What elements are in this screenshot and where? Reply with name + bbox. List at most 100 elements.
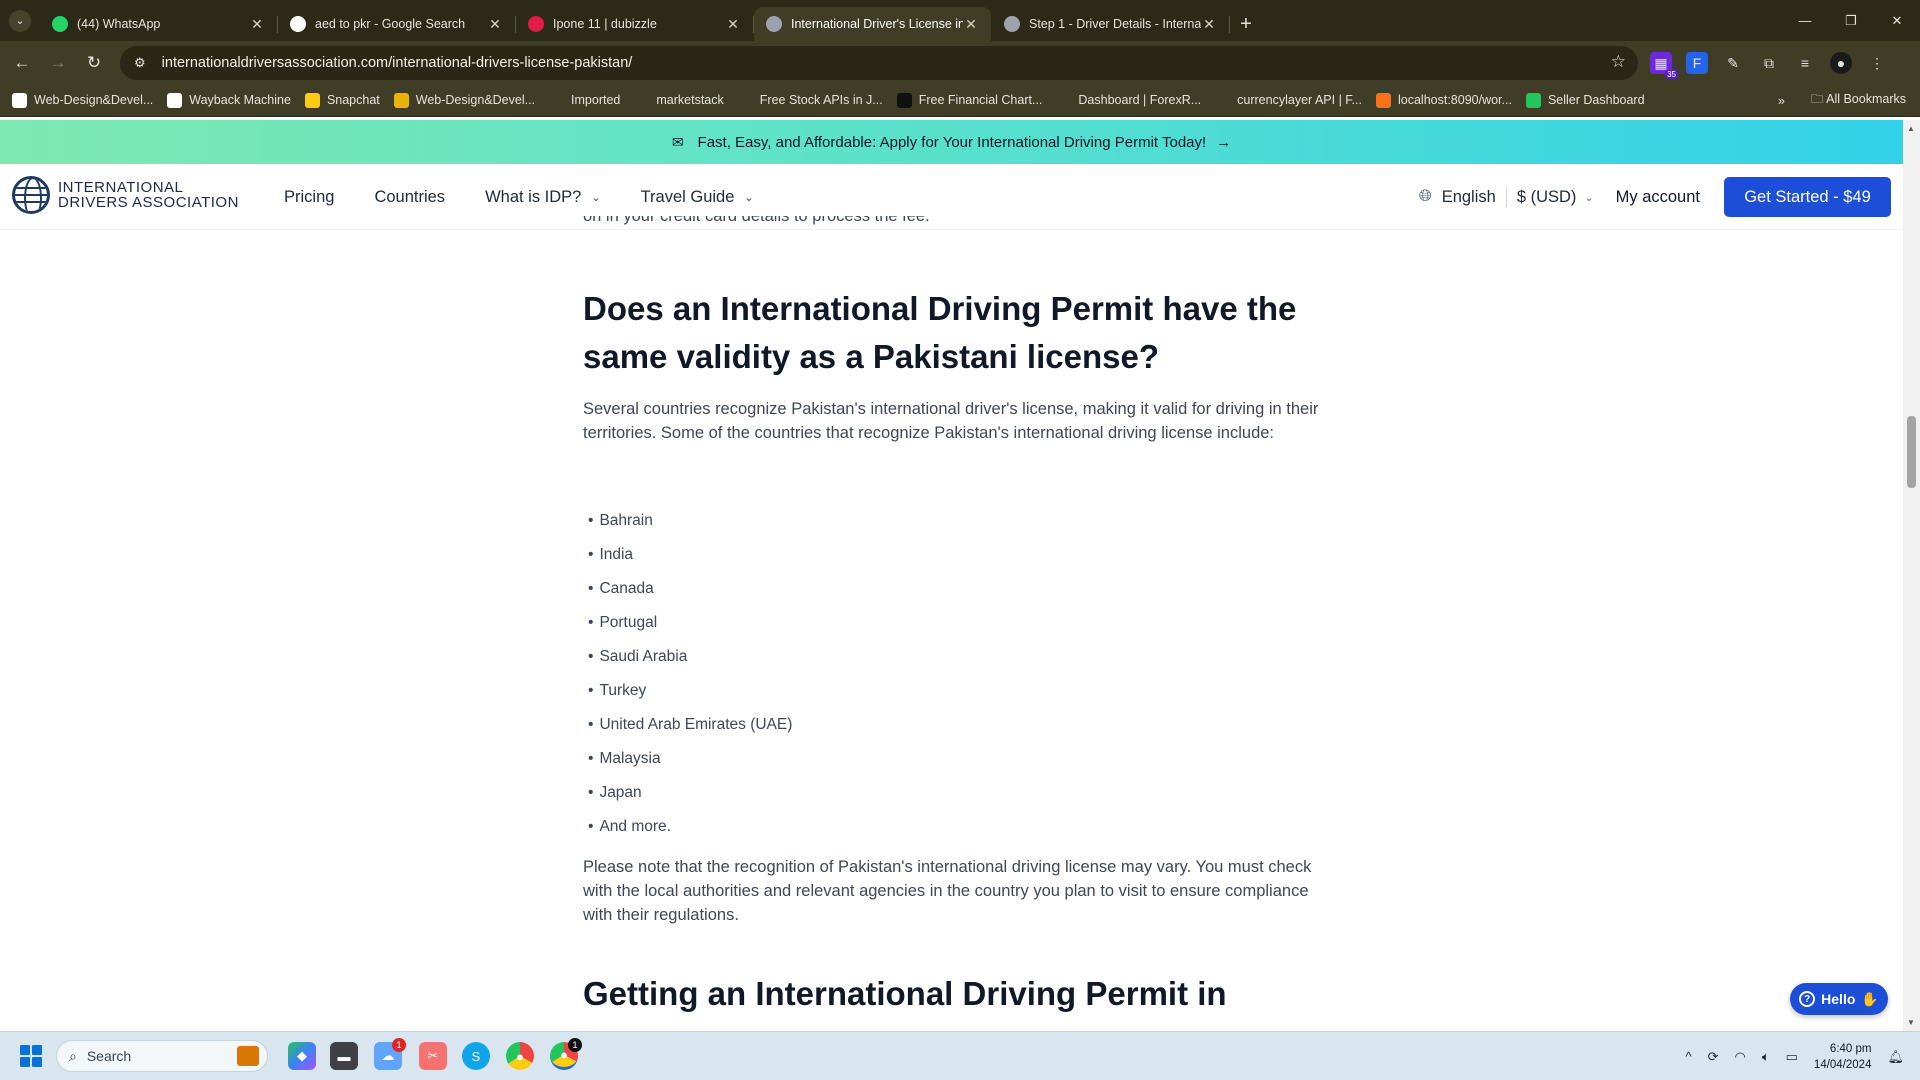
- pen-extension-icon[interactable]: ✎: [1722, 52, 1744, 74]
- more-bookmarks-icon[interactable]: »: [1778, 94, 1785, 108]
- browser-tab[interactable]: Step 1 - Driver Details - Internat ✕: [992, 7, 1230, 41]
- taskbar-search[interactable]: ⌕ Search: [56, 1040, 268, 1072]
- tab-favicon-icon: [1004, 16, 1020, 32]
- browser-tab[interactable]: International Driver's License in ✕: [754, 7, 991, 41]
- restore-icon[interactable]: ❐: [1828, 0, 1874, 41]
- currency-selector[interactable]: $ (USD) ⌄: [1517, 188, 1594, 207]
- wayback-icon: [167, 92, 183, 108]
- folder-icon: [549, 92, 565, 108]
- get-started-button[interactable]: Get Started - $49: [1724, 177, 1891, 217]
- close-window-icon[interactable]: ✕: [1874, 0, 1920, 41]
- chevron-up-icon[interactable]: ^: [1685, 1049, 1691, 1064]
- windows-taskbar: ⌕ Search ◆ ▬ ☁ 1 ✂ S ● ● 1 ^ ⟳ ◠ 🔈︎ ▭ 6:40…: [0, 1031, 1920, 1080]
- back-button[interactable]: ←: [4, 45, 40, 81]
- bookmark-item[interactable]: Web-Design&Devel...: [393, 92, 535, 108]
- bookmark-item[interactable]: Free Stock APIs in J...: [737, 92, 883, 108]
- bookmark-item[interactable]: marketstack: [634, 92, 724, 108]
- bookmark-item[interactable]: currencylayer API | F...: [1215, 92, 1362, 108]
- bookmark-item[interactable]: Imported: [549, 92, 620, 108]
- reading-list-icon[interactable]: ≡: [1794, 52, 1816, 74]
- bookmarks-right: » 🗀 All Bookmarks: [1778, 84, 1906, 117]
- tab-close-icon[interactable]: ✕: [487, 16, 503, 33]
- wifi-icon[interactable]: ◠: [1734, 1049, 1745, 1065]
- browser-tab[interactable]: aed to pkr - Google Search ✕: [278, 7, 516, 41]
- seller-icon: [1525, 92, 1541, 108]
- tab-close-icon[interactable]: ✕: [963, 16, 979, 33]
- tab-close-icon[interactable]: ✕: [1201, 16, 1217, 33]
- bookmark-item[interactable]: Seller Dashboard: [1525, 92, 1645, 108]
- help-chat-button[interactable]: ? Hello ✋: [1790, 983, 1888, 1015]
- scroll-down-icon[interactable]: ▼: [1907, 1018, 1915, 1027]
- bookmark-item[interactable]: Dashboard | ForexR...: [1056, 92, 1201, 108]
- my-account-link[interactable]: My account: [1616, 188, 1700, 207]
- clock[interactable]: 6:40 pm 14/04/2024: [1814, 1041, 1872, 1073]
- tab-close-icon[interactable]: ✕: [249, 16, 265, 33]
- snipping-tool-icon[interactable]: ✂: [419, 1042, 447, 1070]
- volume-icon[interactable]: 🔈︎: [1762, 1049, 1770, 1065]
- skype-icon[interactable]: S: [462, 1042, 490, 1070]
- page-scrollbar[interactable]: ▲ ▼: [1903, 120, 1920, 1031]
- sync-icon[interactable]: ⟳: [1708, 1049, 1719, 1065]
- nav-travel-guide[interactable]: Travel Guide ⌄: [641, 188, 754, 207]
- extension-purple-icon[interactable]: ▦ 35: [1650, 52, 1678, 79]
- file-explorer-icon[interactable]: ▬: [330, 1042, 358, 1070]
- bookmark-star-icon[interactable]: ☆: [1611, 52, 1626, 72]
- scroll-up-icon[interactable]: ▲: [1907, 124, 1915, 133]
- nav-pricing[interactable]: Pricing: [284, 188, 334, 207]
- tab-favicon-icon: [52, 16, 68, 32]
- address-bar[interactable]: ⚙ internationaldriversassociation.com/in…: [120, 46, 1638, 80]
- reload-button[interactable]: ↻: [76, 45, 112, 81]
- bookmark-item[interactable]: Wayback Machine: [167, 92, 291, 108]
- all-bookmarks-link[interactable]: 🗀 All Bookmarks: [1811, 90, 1906, 111]
- copilot-icon[interactable]: ◆: [288, 1042, 316, 1070]
- browser-tab[interactable]: (44) WhatsApp ✕: [40, 7, 278, 41]
- globe-icon: 🌐︎: [1418, 188, 1432, 205]
- envelope-icon: ✉: [671, 133, 684, 150]
- snapchat-icon: [304, 92, 320, 108]
- tab-favicon-icon: [766, 16, 782, 32]
- search-highlight-icon: [237, 1046, 259, 1066]
- site-info-icon[interactable]: ⚙: [134, 55, 146, 71]
- announcement-bar[interactable]: ✉ Fast, Easy, and Affordable: Apply for …: [0, 120, 1903, 164]
- bookmark-item[interactable]: Free Financial Chart...: [896, 92, 1042, 108]
- chrome-icon[interactable]: ●: [506, 1042, 534, 1070]
- language-selector[interactable]: 🌐︎ English: [1419, 188, 1496, 207]
- all-bookmarks-label: All Bookmarks: [1826, 92, 1906, 106]
- tab-search-button[interactable]: ⌄: [0, 0, 40, 41]
- bookmark-item[interactable]: Snapchat: [304, 92, 380, 108]
- new-tab-button[interactable]: +: [1230, 7, 1262, 41]
- forward-button[interactable]: →: [40, 45, 76, 81]
- announcement-text: Fast, Easy, and Affordable: Apply for Yo…: [697, 133, 1207, 151]
- extensions-puzzle-icon[interactable]: ⧉: [1758, 52, 1780, 74]
- browser-tab[interactable]: Ipone 11 | dubizzle ✕: [516, 7, 754, 41]
- tab-title: (44) WhatsApp: [77, 17, 161, 31]
- site-logo[interactable]: INTERNATIONAL DRIVERS ASSOCIATION: [12, 176, 239, 214]
- country-list-item: Saudi Arabia: [588, 643, 792, 677]
- menu-kebab-icon[interactable]: ⋮: [1866, 52, 1888, 74]
- cut-text: on in your credit card details to proces…: [583, 216, 930, 225]
- windows-start-icon[interactable]: [20, 1045, 42, 1067]
- stock-api-icon: [737, 92, 753, 108]
- bookmark-item[interactable]: localhost:8090/wor...: [1375, 92, 1512, 108]
- tab-divider: [1229, 16, 1230, 33]
- chevron-down-icon: ⌄: [1584, 191, 1594, 204]
- bookmarks-bar: Web-Design&Devel... Wayback Machine Snapch…: [0, 84, 1920, 117]
- profile-avatar[interactable]: ●: [1830, 52, 1852, 74]
- nav-countries[interactable]: Countries: [374, 188, 445, 207]
- scroll-thumb[interactable]: [1907, 416, 1916, 488]
- tab-close-icon[interactable]: ✕: [725, 16, 741, 33]
- notification-bell-icon[interactable]: 🔔︎: [1887, 1049, 1904, 1065]
- extension-blue-icon[interactable]: F: [1686, 52, 1708, 74]
- minimize-icon[interactable]: —: [1782, 0, 1828, 41]
- onedrive-icon[interactable]: ☁ 1: [374, 1038, 406, 1070]
- nav-pricing-label: Pricing: [284, 187, 335, 206]
- nav-countries-label: Countries: [374, 187, 446, 206]
- chrome-active-icon[interactable]: ● 1: [550, 1038, 582, 1070]
- nav-what-is-idp[interactable]: What is IDP? ⌄: [485, 188, 601, 207]
- chrome-badge: 1: [568, 1038, 582, 1052]
- bookmark-label: localhost:8090/wor...: [1397, 93, 1512, 107]
- battery-icon[interactable]: ▭: [1786, 1049, 1798, 1065]
- bookmark-item[interactable]: Web-Design&Devel...: [12, 92, 153, 108]
- globe-logo-icon: [12, 176, 50, 214]
- tab-title: Ipone 11 | dubizzle: [553, 17, 657, 31]
